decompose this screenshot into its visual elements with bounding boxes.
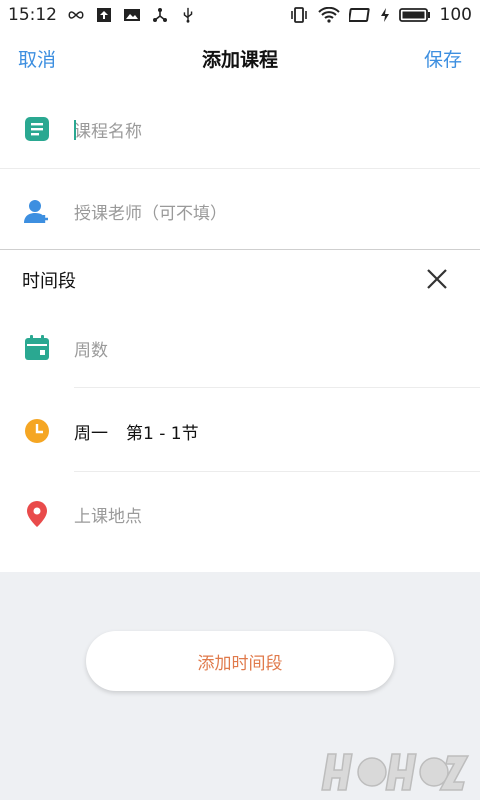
clock-icon: [22, 416, 52, 446]
day-period-row[interactable]: 周一 第1 - 1节: [0, 413, 480, 449]
vibrate-icon: [290, 7, 307, 23]
period-value: 第1 - 1节: [126, 423, 199, 444]
status-time: 15:12: [8, 5, 57, 25]
location-row[interactable]: 上课地点: [0, 496, 480, 532]
location-pin-icon: [22, 499, 52, 529]
teacher-input[interactable]: 授课老师（可不填）: [74, 199, 227, 224]
document-icon: [22, 114, 52, 144]
section-divider: [0, 249, 480, 250]
tablet-icon: [348, 8, 370, 22]
close-icon[interactable]: [422, 264, 452, 294]
battery-percent: 100: [439, 5, 472, 25]
navbar: 取消 添加课程 保存: [0, 30, 480, 86]
usb-icon: [183, 7, 193, 23]
teacher-row[interactable]: 授课老师（可不填）: [0, 193, 480, 229]
battery-icon: [398, 8, 430, 22]
weeks-input[interactable]: 周数: [74, 336, 108, 361]
add-person-icon: [22, 196, 52, 226]
share-icon: [153, 8, 167, 22]
add-time-slot-button[interactable]: 添加时间段: [86, 631, 394, 691]
infinity-icon: [68, 11, 84, 19]
divider: [74, 387, 480, 388]
image-icon: [124, 9, 140, 21]
weeks-row[interactable]: 周数: [0, 330, 480, 366]
page-title: 添加课程: [201, 48, 278, 71]
course-name-row[interactable]: 课程名称: [0, 111, 480, 147]
day-value: 周一: [74, 423, 108, 444]
wifi-icon: [317, 7, 340, 23]
watermark-logo: [321, 753, 470, 791]
course-name-input[interactable]: 课程名称: [74, 117, 142, 142]
divider: [74, 471, 480, 472]
time-section-title: 时间段: [22, 271, 76, 292]
save-button[interactable]: 保存: [424, 45, 462, 72]
calendar-icon: [22, 333, 52, 363]
upload-icon: [97, 8, 111, 22]
charging-icon: [380, 8, 389, 22]
cancel-button[interactable]: 取消: [18, 45, 56, 72]
location-input[interactable]: 上课地点: [74, 502, 142, 527]
text-cursor: [74, 120, 76, 140]
divider: [0, 168, 480, 169]
status-bar: 15:12 100: [0, 0, 480, 30]
